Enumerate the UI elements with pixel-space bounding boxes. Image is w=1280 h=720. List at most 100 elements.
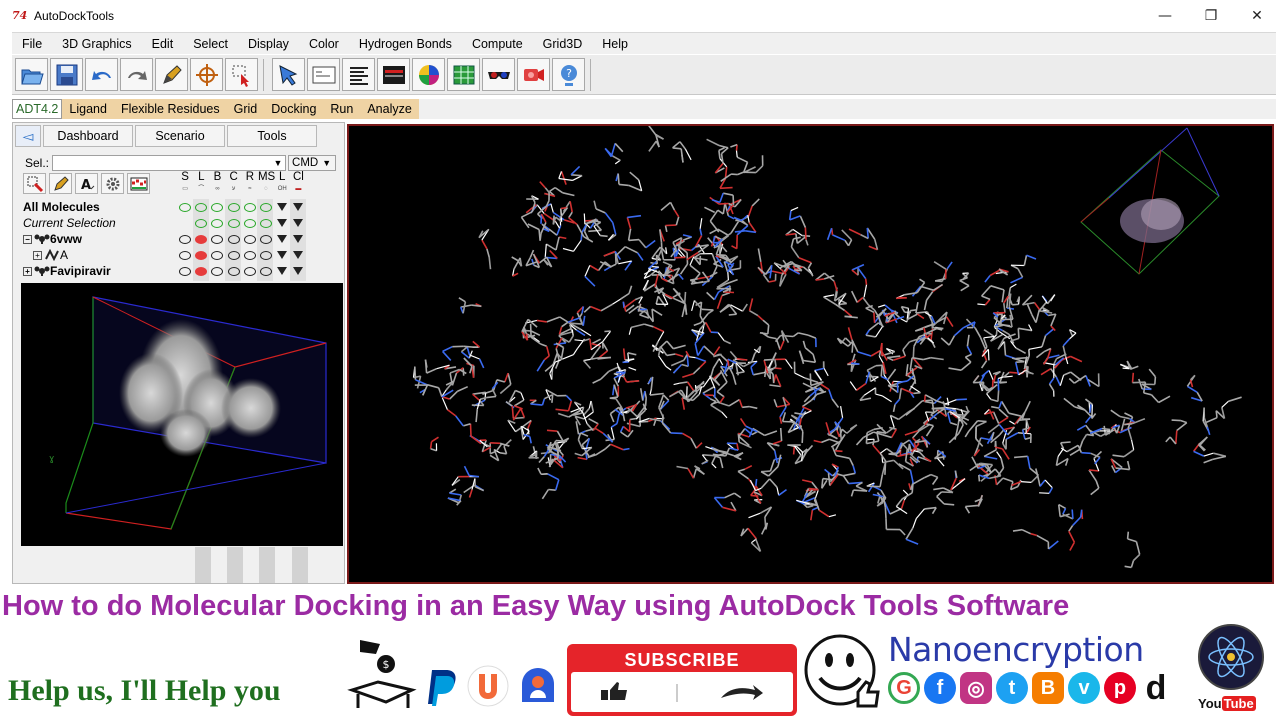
triangle-down-icon[interactable] xyxy=(293,219,304,227)
toggle-dot[interactable] xyxy=(260,234,273,244)
toggle-dot[interactable] xyxy=(211,234,224,244)
user-icon[interactable] xyxy=(516,664,560,708)
close-button[interactable]: ✕ xyxy=(1234,0,1280,32)
column-header-r[interactable]: R ≈ xyxy=(242,171,258,195)
toggle-dot[interactable] xyxy=(227,266,240,276)
menu-color[interactable]: Color xyxy=(299,37,349,51)
tab-ligand[interactable]: Ligand xyxy=(62,99,114,119)
toggle-dot[interactable] xyxy=(179,266,192,276)
toggle-dot[interactable] xyxy=(243,266,256,276)
column-header-l[interactable]: L ⌒ xyxy=(193,171,209,195)
column-header-b[interactable]: B ∞ xyxy=(209,171,225,195)
redo-button[interactable] xyxy=(120,58,153,91)
triangle-down-icon[interactable] xyxy=(277,267,288,275)
menu-compute[interactable]: Compute xyxy=(462,37,533,51)
column-header-s[interactable]: S ▭ xyxy=(177,171,193,195)
tab-run[interactable]: Run xyxy=(323,99,360,119)
maximize-button[interactable]: ❐ xyxy=(1188,0,1234,32)
menu-hydrogen-bonds[interactable]: Hydrogen Bonds xyxy=(349,37,462,51)
camera-button[interactable] xyxy=(517,58,550,91)
console-button[interactable] xyxy=(307,58,340,91)
text-button[interactable] xyxy=(342,58,375,91)
toggle-dot[interactable] xyxy=(211,218,224,228)
subscribe-button[interactable]: SUBSCRIBE xyxy=(567,644,797,716)
vimeo-icon[interactable]: v xyxy=(1068,672,1100,704)
expand-icon[interactable]: + xyxy=(23,266,32,276)
toggle-dot[interactable] xyxy=(227,234,240,244)
column-header-cl[interactable]: Cl ▬ xyxy=(290,171,306,195)
twitter-icon[interactable]: t xyxy=(996,672,1028,704)
toggle-dot[interactable] xyxy=(260,218,273,228)
triangle-down-icon[interactable] xyxy=(293,203,304,211)
chart-icon[interactable] xyxy=(127,173,150,194)
help-button[interactable]: ? xyxy=(552,58,585,91)
toggle-dot[interactable] xyxy=(260,202,273,212)
blogger-icon[interactable]: B xyxy=(1032,672,1064,704)
toggle-dot[interactable] xyxy=(211,202,224,212)
label-icon[interactable]: A xyxy=(75,173,98,194)
expand-icon[interactable]: + xyxy=(33,250,42,260)
tab-dashboard[interactable]: Dashboard xyxy=(43,125,133,147)
toggle-dot[interactable] xyxy=(195,202,208,212)
toggle-dot-active[interactable] xyxy=(195,234,208,244)
toggle-dot[interactable] xyxy=(243,218,256,228)
triangle-down-icon[interactable] xyxy=(277,219,288,227)
menu-select[interactable]: Select xyxy=(183,37,238,51)
menu-edit[interactable]: Edit xyxy=(142,37,184,51)
minimize-button[interactable]: — xyxy=(1142,0,1188,32)
triangle-down-icon[interactable] xyxy=(293,235,304,243)
facebook-icon[interactable]: f xyxy=(924,672,956,704)
upi-icon[interactable] xyxy=(466,664,510,708)
menu-3d-graphics[interactable]: 3D Graphics xyxy=(52,37,141,51)
youtube-logo[interactable]: You Tube xyxy=(1198,696,1256,711)
toggle-dot[interactable] xyxy=(260,266,273,276)
save-button[interactable] xyxy=(50,58,83,91)
dailymotion-icon[interactable]: d xyxy=(1140,669,1172,707)
main-3d-viewer[interactable] xyxy=(347,124,1274,584)
pinterest-icon[interactable]: p xyxy=(1104,672,1136,704)
tree-item-6vww[interactable]: − 6vww xyxy=(23,231,173,247)
undo-button[interactable] xyxy=(85,58,118,91)
tab-grid[interactable]: Grid xyxy=(227,99,265,119)
menu-grid3d[interactable]: Grid3D xyxy=(533,37,593,51)
triangle-down-icon[interactable] xyxy=(293,251,304,259)
tab-analyze[interactable]: Analyze xyxy=(360,99,418,119)
toggle-dot[interactable] xyxy=(195,218,208,228)
toggle-dot[interactable] xyxy=(243,202,256,212)
column-header-ms[interactable]: MS ◌ xyxy=(258,171,275,195)
triangle-down-icon[interactable] xyxy=(277,203,288,211)
toggle-dot[interactable] xyxy=(227,218,240,228)
toggle-dot[interactable] xyxy=(211,266,224,276)
menu-file[interactable]: File xyxy=(12,37,52,51)
toggle-dot-active[interactable] xyxy=(195,250,208,260)
collapse-panel-icon[interactable]: ◅ xyxy=(15,125,41,147)
paypal-icon[interactable] xyxy=(424,668,460,708)
stereo-button[interactable] xyxy=(482,58,515,91)
toggle-dot[interactable] xyxy=(227,202,240,212)
google-icon[interactable]: G xyxy=(888,672,920,704)
toggle-dot[interactable] xyxy=(179,250,192,260)
collapse-icon[interactable]: − xyxy=(23,234,32,244)
pointer-button[interactable] xyxy=(272,58,305,91)
color-button[interactable] xyxy=(412,58,445,91)
display-button[interactable] xyxy=(377,58,410,91)
column-header-l2[interactable]: L OH xyxy=(274,171,290,195)
toggle-dot[interactable] xyxy=(243,250,256,260)
crosshair-button[interactable] xyxy=(190,58,223,91)
tree-item-all-molecules[interactable]: All Molecules xyxy=(23,199,173,215)
tab-scenario[interactable]: Scenario xyxy=(135,125,225,147)
toggle-dot[interactable] xyxy=(260,250,273,260)
chevron-down-icon[interactable]: ▼ xyxy=(272,157,284,169)
toggle-dot[interactable] xyxy=(179,202,192,212)
settings-icon[interactable] xyxy=(101,173,124,194)
tab-flexible-residues[interactable]: Flexible Residues xyxy=(114,99,227,119)
menu-display[interactable]: Display xyxy=(238,37,299,51)
tab-adt42[interactable]: ADT4.2 xyxy=(12,99,63,119)
open-button[interactable] xyxy=(15,58,48,91)
grid-button[interactable] xyxy=(447,58,480,91)
toggle-dot-active[interactable] xyxy=(195,266,208,276)
tree-item-favipiravir[interactable]: + Favipiravir xyxy=(23,263,173,279)
instagram-icon[interactable]: ◎ xyxy=(960,672,992,704)
menu-help[interactable]: Help xyxy=(592,37,638,51)
tab-tools[interactable]: Tools xyxy=(227,125,317,147)
